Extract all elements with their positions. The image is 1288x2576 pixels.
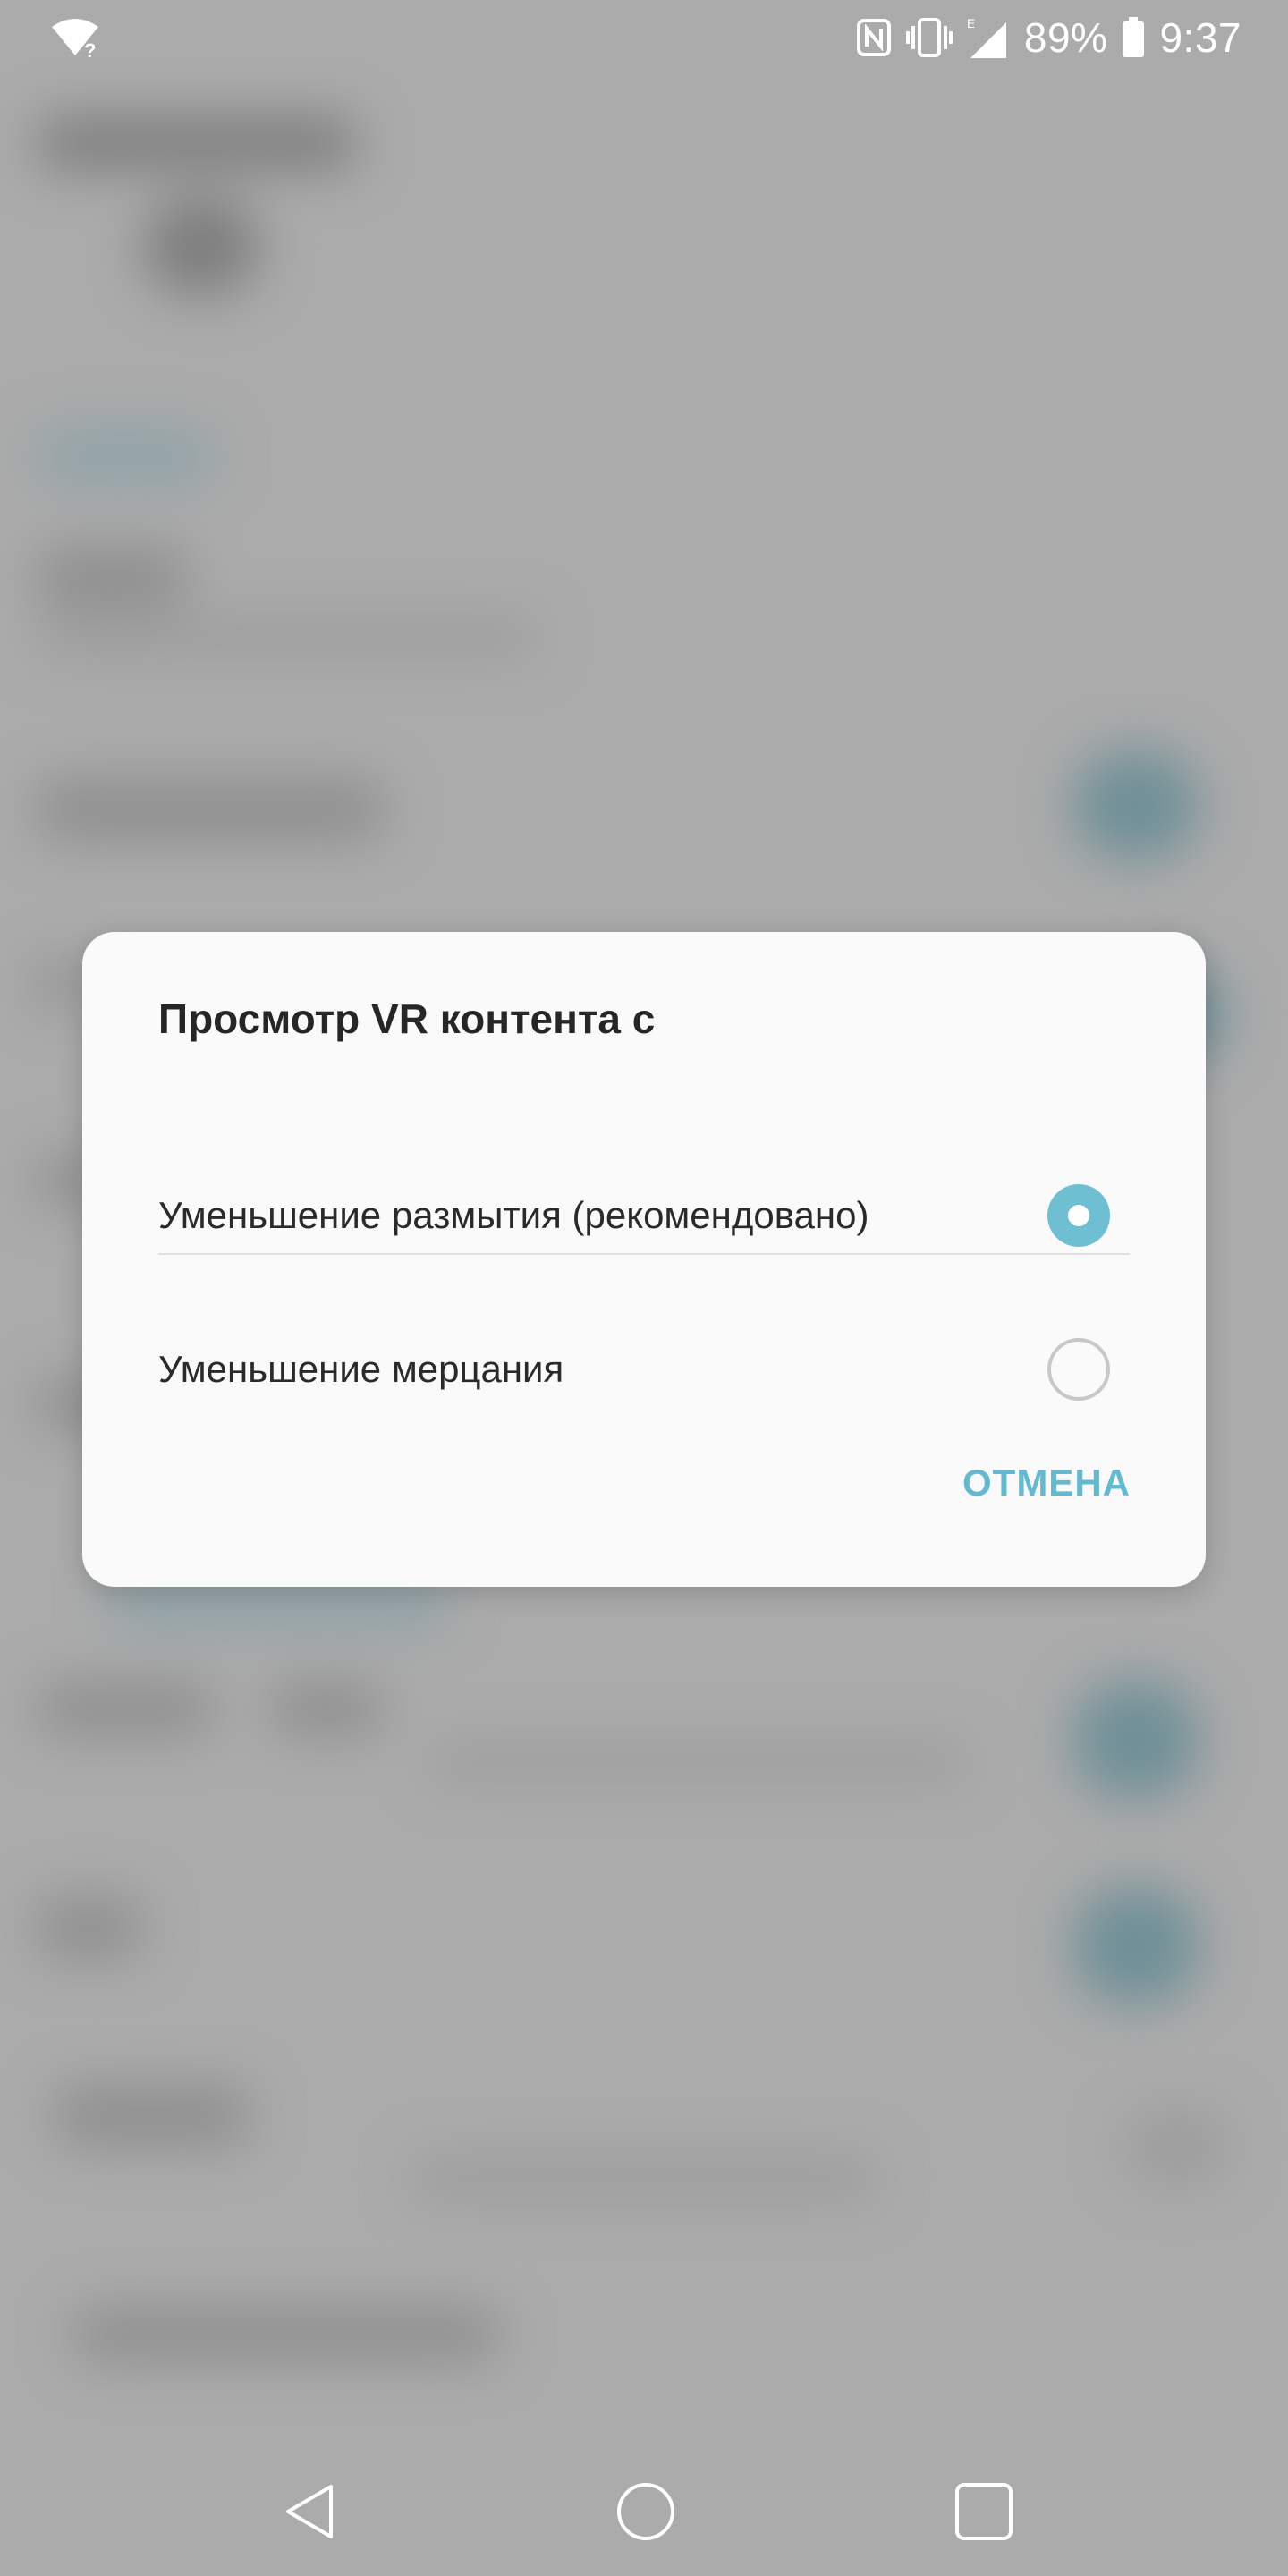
home-button[interactable] — [614, 2479, 678, 2544]
nfc-icon — [856, 18, 892, 57]
cancel-button[interactable]: ОТМЕНА — [962, 1462, 1131, 1504]
svg-text:?: ? — [84, 39, 96, 59]
option-label: Уменьшение мерцания — [158, 1348, 564, 1390]
recent-apps-button[interactable] — [952, 2479, 1016, 2544]
radio-selected-icon[interactable] — [1047, 1184, 1110, 1247]
navigation-bar — [0, 2447, 1288, 2576]
back-icon — [277, 2479, 342, 2544]
home-icon — [614, 2479, 678, 2544]
wifi-unknown-icon: ? — [48, 16, 102, 59]
signal-icon: E — [967, 15, 1010, 60]
status-bar: ? E 89% 9:37 — [0, 0, 1288, 75]
option-reduce-flicker[interactable]: Уменьшение мерцания — [158, 1293, 1130, 1445]
battery-icon — [1122, 17, 1145, 58]
back-button[interactable] — [277, 2479, 342, 2544]
option-reduce-blur[interactable]: Уменьшение размытия (рекомендовано) — [158, 1140, 1130, 1292]
status-right: E 89% 9:37 — [856, 9, 1241, 66]
status-left: ? — [48, 13, 102, 63]
vibrate-icon — [905, 17, 953, 58]
clock: 9:37 — [1159, 14, 1241, 61]
recent-apps-icon — [952, 2479, 1016, 2544]
dialog-title: Просмотр VR контента с — [158, 996, 656, 1042]
battery-percent: 89% — [1023, 14, 1108, 61]
vr-content-dialog: Просмотр VR контента с Уменьшение размыт… — [82, 932, 1206, 1587]
option-label: Уменьшение размытия (рекомендовано) — [158, 1194, 869, 1236]
network-type-label: E — [967, 16, 975, 30]
radio-unselected-icon[interactable] — [1047, 1338, 1110, 1401]
option-divider — [158, 1253, 1130, 1255]
